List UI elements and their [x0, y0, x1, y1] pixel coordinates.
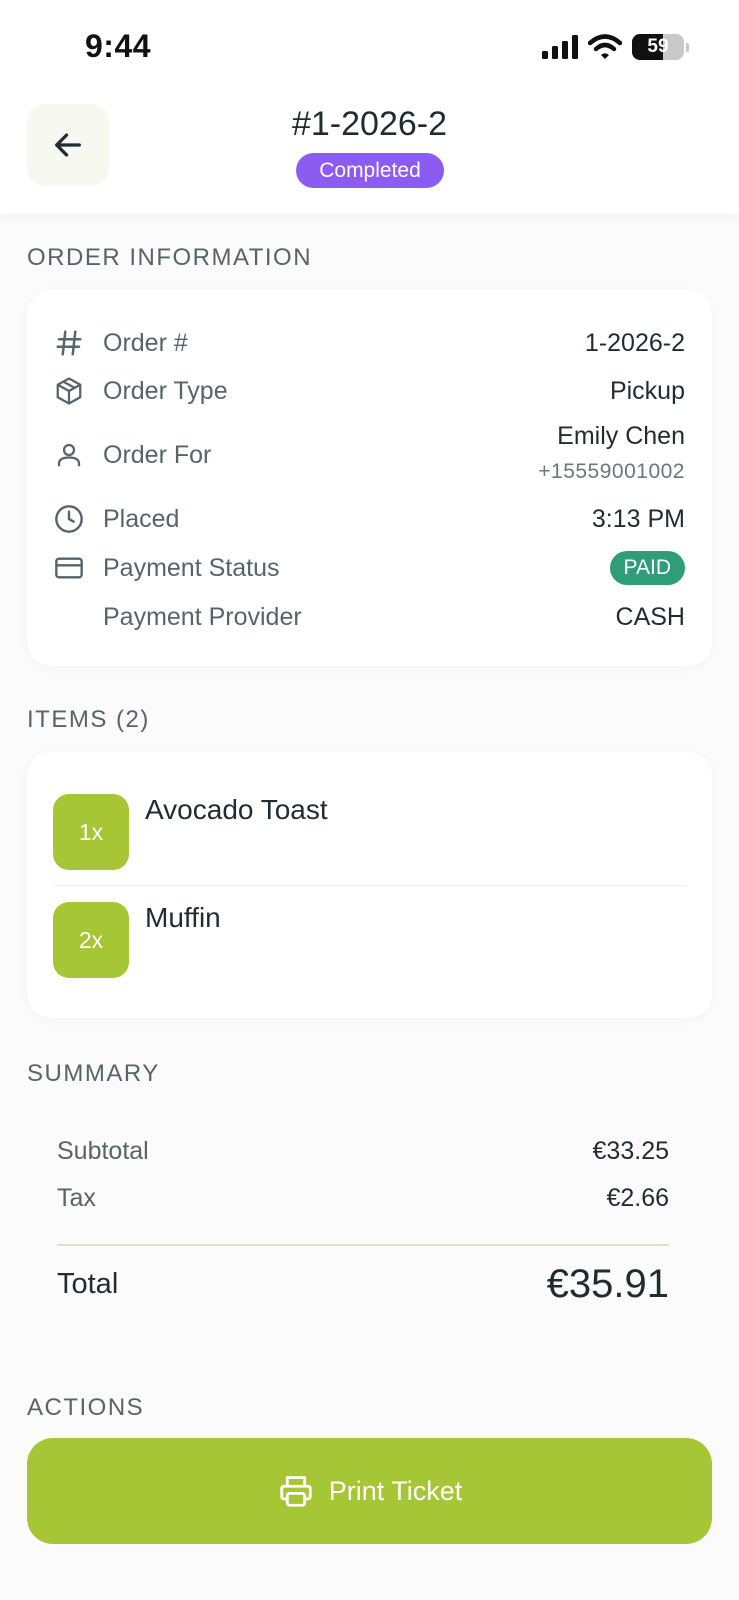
order-type-value: Pickup — [609, 376, 685, 405]
order-type-row: Order Type Pickup — [27, 374, 712, 408]
summary-divider — [57, 1244, 669, 1246]
page-title: #1-2026-2 — [291, 105, 447, 143]
order-for-label: Order For — [103, 440, 212, 469]
package-icon — [53, 375, 85, 407]
payment-status-row: Payment Status PAID — [27, 551, 712, 585]
tax-value: €2.66 — [606, 1184, 669, 1212]
placed-label: Placed — [103, 504, 180, 533]
status-time: 9:44 — [85, 28, 152, 64]
placed-value: 3:13 PM — [591, 504, 685, 533]
user-icon — [53, 439, 85, 471]
customer-name: Emily Chen — [557, 422, 685, 450]
order-number-label: Order # — [103, 328, 188, 357]
battery-tip — [686, 42, 689, 52]
battery-icon: 59 — [632, 34, 684, 60]
payment-status-label: Payment Status — [103, 553, 280, 582]
battery-level: 59 — [647, 36, 669, 57]
cellular-signal-icon — [542, 35, 578, 59]
subtotal-label: Subtotal — [57, 1137, 149, 1165]
tax-row: Tax €2.66 — [57, 1184, 669, 1214]
subtotal-row: Subtotal €33.25 — [57, 1137, 669, 1167]
item-divider — [53, 885, 686, 886]
clock-icon — [53, 503, 85, 535]
order-number-value: 1-2026-2 — [584, 328, 685, 357]
items-card: 1x Avocado Toast 2x Muffin — [27, 752, 712, 1018]
print-ticket-label: Print Ticket — [328, 1475, 463, 1506]
subtotal-value: €33.25 — [592, 1137, 669, 1165]
hash-icon — [53, 327, 85, 359]
items-section-label: ITEMS (2) — [27, 706, 150, 733]
order-type-label: Order Type — [103, 376, 228, 405]
printer-icon — [280, 1476, 312, 1507]
top-bar: 9:44 59 #1-2026-2 Completed — [0, 0, 739, 214]
item-name: Muffin — [145, 902, 221, 933]
customer-phone: +15559001002 — [538, 460, 685, 483]
print-ticket-button[interactable]: Print Ticket — [27, 1438, 712, 1544]
order-info-section-label: ORDER INFORMATION — [27, 244, 313, 271]
total-value: €35.91 — [546, 1262, 669, 1306]
order-info-card: Order # 1-2026-2 Order Type Pickup Order… — [27, 290, 712, 666]
item-quantity: 2x — [53, 902, 129, 978]
item-quantity: 1x — [53, 794, 129, 870]
actions-section-label: ACTIONS — [27, 1394, 145, 1421]
tax-label: Tax — [57, 1184, 96, 1212]
credit-card-icon — [53, 552, 85, 584]
status-icons: 59 — [542, 34, 689, 60]
list-item[interactable]: 2x Muffin — [27, 902, 712, 1010]
payment-provider-row: Payment Provider CASH — [27, 600, 712, 634]
total-label: Total — [57, 1268, 119, 1300]
payment-status-badge: PAID — [609, 551, 685, 585]
order-number-row: Order # 1-2026-2 — [27, 326, 712, 360]
payment-provider-label: Payment Provider — [103, 602, 302, 631]
status-badge: Completed — [296, 153, 444, 188]
placed-row: Placed 3:13 PM — [27, 502, 712, 536]
item-name: Avocado Toast — [145, 794, 328, 825]
payment-provider-value: CASH — [615, 602, 685, 631]
wifi-icon — [588, 34, 622, 59]
summary-section-label: SUMMARY — [27, 1060, 160, 1087]
